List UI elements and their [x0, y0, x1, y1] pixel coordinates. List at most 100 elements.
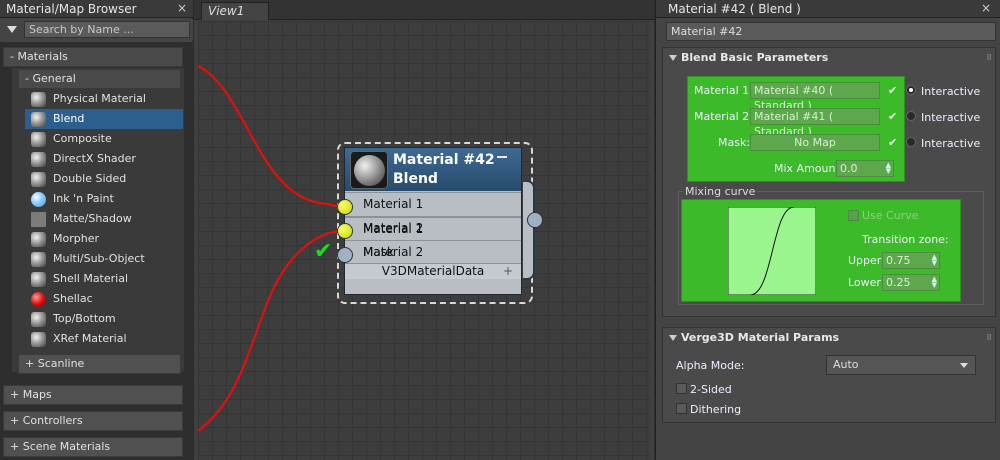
material-1-button[interactable]: Material #40 ( Standard ) — [750, 82, 880, 112]
parameter-editor: Material #42 ( Blend ) × Material #42 Bl… — [655, 0, 1000, 460]
material-preview-icon — [350, 151, 388, 189]
node-footer-label: V3DMaterialData — [381, 264, 485, 278]
material-map-browser: Material/Map Browser × - Materials - Gen… — [0, 0, 193, 460]
rollout-header[interactable]: Verge3D Material Params ⁞⁞ — [663, 328, 995, 348]
list-item[interactable]: Morpher — [25, 229, 183, 249]
slot-mask-row[interactable]: Mask — [345, 240, 521, 262]
list-item-label: Matte/Shadow — [53, 212, 132, 225]
mixing-curve-legend: Mixing curve — [683, 185, 758, 198]
list-item-label: DirectX Shader — [53, 152, 136, 165]
list-item[interactable]: XRef Material — [25, 329, 183, 349]
list-item[interactable]: Shell Material — [25, 269, 183, 289]
list-item[interactable]: Multi/Sub-Object — [25, 249, 183, 269]
group-scene-materials[interactable]: + Scene Materials — [3, 437, 183, 457]
close-icon[interactable]: × — [981, 1, 991, 15]
list-item[interactable]: Ink 'n Paint — [25, 189, 183, 209]
interactive-radio-3[interactable] — [906, 137, 916, 147]
dithering-label: Dithering — [690, 403, 742, 416]
node-output-bracket — [523, 180, 535, 280]
ink-paint-icon — [31, 192, 46, 207]
rollout-title: Verge3D Material Params — [681, 331, 840, 344]
list-item[interactable]: Double Sided — [25, 169, 183, 189]
material-1-enable-checkbox[interactable]: ✔ — [888, 85, 899, 96]
group-materials[interactable]: - Materials — [3, 47, 183, 67]
grip-icon[interactable]: ⁞⁞ — [986, 48, 992, 68]
rollout-header[interactable]: Blend Basic Parameters ⁞⁞ — [663, 48, 995, 68]
red-sphere-icon — [31, 292, 46, 307]
browser-titlebar: Material/Map Browser × — [0, 0, 193, 18]
sphere-icon — [31, 252, 46, 267]
spinner-arrows-icon[interactable]: ▲ ▼ — [932, 254, 937, 267]
sphere-icon — [31, 312, 46, 327]
list-item[interactable]: Composite — [25, 129, 183, 149]
tab-view1[interactable]: View1 — [201, 2, 269, 20]
material-name-field[interactable]: Material #42 — [666, 22, 996, 41]
slot-material-2-row[interactable]: Material 2 — [345, 216, 521, 238]
props-titlebar: Material #42 ( Blend ) × — [656, 0, 1000, 18]
list-item[interactable]: Blend — [25, 109, 183, 129]
checkmark-icon: ✔ — [314, 239, 333, 264]
interactive-radio-2[interactable] — [906, 111, 916, 121]
mix-amount-label: Mix Amount: — [774, 162, 844, 175]
options-dropdown-icon[interactable] — [7, 26, 17, 33]
search-input[interactable] — [24, 21, 190, 38]
rollout-verge3d: Verge3D Material Params ⁞⁞ Alpha Mode: A… — [662, 327, 996, 423]
material-2-button[interactable]: Material #41 ( Standard ) — [750, 108, 880, 138]
interactive-radio-1[interactable] — [906, 85, 916, 95]
list-item[interactable]: Matte/Shadow — [25, 209, 183, 229]
mix-amount-spinner[interactable]: 0.0 ▲ ▼ — [836, 160, 894, 177]
mask-enable-checkbox[interactable]: ✔ — [888, 137, 899, 148]
use-curve-label: Use Curve — [862, 209, 919, 222]
transition-zone-label: Transition zone: — [862, 233, 949, 246]
node-canvas[interactable]: Material #42 Blend Material 1 Material 2… — [198, 21, 650, 460]
node-view: View1 Material #42 Blend Material 1 Mate… — [194, 0, 654, 460]
spinner-arrows-icon[interactable]: ▲ ▼ — [932, 276, 937, 289]
browser-title: Material/Map Browser — [6, 2, 137, 16]
lower-spinner[interactable]: 0.25 ▲ ▼ — [882, 274, 940, 291]
list-item[interactable]: Physical Material — [25, 89, 183, 109]
node-footer[interactable]: V3DMaterialData + — [345, 263, 521, 279]
two-sided-checkbox[interactable] — [676, 383, 687, 394]
list-item-label: Shell Material — [53, 272, 129, 285]
material-2-enable-checkbox[interactable]: ✔ — [888, 111, 899, 122]
slot-material-1-row[interactable]: Material 1 — [345, 192, 521, 214]
node-title: Material #42 — [393, 152, 495, 168]
collapse-icon — [669, 55, 677, 61]
upper-spinner[interactable]: 0.75 ▲ ▼ — [882, 252, 940, 269]
node-header[interactable]: Material #42 Blend — [345, 148, 521, 191]
socket-output[interactable] — [527, 212, 543, 228]
grip-icon[interactable]: ⁞⁞ — [986, 328, 992, 348]
list-item[interactable]: Shellac — [25, 289, 183, 309]
alpha-mode-dropdown[interactable]: Auto — [826, 355, 976, 375]
list-item-label: Composite — [53, 132, 112, 145]
list-item-label: Morpher — [53, 232, 99, 245]
list-item-label: Double Sided — [53, 172, 127, 185]
list-item[interactable]: Top/Bottom — [25, 309, 183, 329]
interactive-label-2: Interactive — [921, 111, 981, 124]
dithering-checkbox[interactable] — [676, 403, 687, 414]
browser-search-bar — [0, 19, 193, 41]
mixing-curve-box: Use Curve Transition zone: Upper: 0.75 ▲… — [681, 199, 961, 302]
alpha-mode-value: Auto — [833, 358, 859, 371]
list-item-label: Ink 'n Paint — [53, 192, 114, 205]
alpha-mode-label: Alpha Mode: — [676, 359, 745, 372]
matte-icon — [31, 212, 46, 227]
list-item[interactable]: DirectX Shader — [25, 149, 183, 169]
mask-button[interactable]: No Map — [750, 134, 880, 151]
material-2-label: Material 2: — [694, 110, 753, 123]
expand-plus-icon[interactable]: + — [503, 264, 513, 279]
group-controllers[interactable]: + Controllers — [3, 411, 183, 431]
collapse-icon — [669, 335, 677, 341]
minimize-icon[interactable] — [497, 156, 507, 158]
group-scanline[interactable]: + Scanline — [18, 354, 181, 374]
close-icon[interactable]: × — [177, 1, 187, 15]
socket-material-2[interactable] — [337, 223, 353, 239]
use-curve-checkbox[interactable] — [848, 210, 859, 221]
socket-mask[interactable] — [337, 247, 353, 263]
spinner-arrows-icon[interactable]: ▲ ▼ — [886, 162, 891, 175]
list-item-label: Shellac — [53, 292, 93, 305]
socket-material-1[interactable] — [337, 199, 353, 215]
mask-label: Mask: — [718, 136, 751, 149]
group-maps[interactable]: + Maps — [3, 385, 183, 405]
group-general[interactable]: - General — [18, 69, 181, 89]
